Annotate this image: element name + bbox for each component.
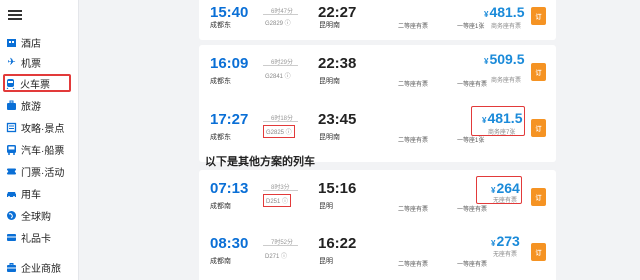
suitcase-icon (6, 100, 17, 111)
sidebar-item-label: 门票·活动 (21, 167, 65, 179)
departure-station: 成都东 (210, 22, 231, 29)
departure-time: 15:40 (210, 4, 249, 21)
book-button[interactable]: 订 (531, 188, 546, 206)
arrival-station: 昆明 (319, 203, 333, 210)
route-line (263, 65, 298, 66)
sidebar-item-label: 用车 (21, 189, 41, 201)
seat-first-class: 一等座有票 (457, 82, 488, 88)
sidebar-item-travel[interactable]: 旅游 (6, 96, 72, 114)
price-value: 481.5 (489, 4, 525, 20)
route-line (263, 14, 298, 15)
sidebar-item-label: 旅游 (21, 101, 41, 113)
sidebar-item-car[interactable]: 用车 (6, 184, 72, 202)
train-icon (5, 78, 16, 89)
car-icon (6, 188, 17, 199)
train-number[interactable]: D251 ⓘ (263, 194, 292, 207)
price-value: 273 (496, 233, 520, 249)
departure-time: 16:09 (210, 55, 249, 72)
seat-second-class: 二等座有票 (398, 82, 429, 88)
sidebar-item-global-shop[interactable]: 全球购 (6, 206, 72, 224)
bus-icon (6, 144, 17, 155)
arrival-time: 23:45 (318, 111, 357, 128)
seat-first-class: 一等座1张 (457, 138, 485, 144)
price-value: 509.5 (489, 51, 525, 67)
arrival-time: 22:27 (318, 4, 357, 21)
seat-second-class: 二等座有票 (398, 262, 429, 268)
hotel-icon (6, 37, 17, 48)
ticket-availability: 无座有票 (493, 252, 518, 258)
seat-first-class: 一等座有票 (457, 207, 488, 213)
train-number[interactable]: G2829 ⓘ (265, 18, 291, 27)
ticket-availability: 商务座有票 (491, 78, 522, 84)
price: ¥509.5 (484, 51, 525, 67)
book-button[interactable]: 订 (531, 243, 546, 261)
globe-icon (6, 210, 17, 221)
sidebar-item-label: 攻略·景点 (21, 123, 65, 135)
briefcase-icon (6, 262, 17, 273)
train-number[interactable]: G2841 ⓘ (265, 71, 291, 80)
route-line (263, 245, 298, 246)
departure-time: 07:13 (210, 180, 249, 197)
sidebar-item-hotel[interactable]: 酒店 (6, 33, 72, 51)
sidebar-item-label: 全球购 (21, 211, 51, 223)
guide-icon (6, 122, 17, 133)
sidebar-item-tickets[interactable]: 门票·活动 (6, 162, 72, 180)
seat-first-class: 一等座有票 (457, 262, 488, 268)
currency-symbol: ¥ (484, 10, 489, 19)
departure-station: 成都南 (210, 258, 231, 265)
seat-second-class: 二等座有票 (398, 207, 429, 213)
arrival-station: 昆明南 (319, 134, 340, 141)
sidebar-item-business-travel[interactable]: 企业商旅 (6, 258, 72, 276)
sidebar-item-giftcard[interactable]: 礼品卡 (6, 228, 72, 246)
price-highlight-box (476, 176, 522, 204)
departure-time: 17:27 (210, 111, 249, 128)
train-number[interactable]: G2825 ⓘ (263, 125, 295, 138)
book-button[interactable]: 订 (531, 63, 546, 81)
section-title: 以下是其他方案的列车 (205, 156, 315, 168)
train-card[interactable]: 15:40 成都东 6时47分 G2829 ⓘ 22:27 昆明南 二等座有票 … (199, 0, 556, 40)
sidebar-item-label: 机票 (21, 58, 41, 70)
airplane-icon: ✈ (7, 56, 16, 68)
sidebar-item-label: 礼品卡 (21, 233, 51, 245)
sidebar-item-label: 酒店 (21, 38, 41, 50)
sidebar-item-label: 企业商旅 (21, 263, 61, 275)
book-button[interactable]: 订 (531, 7, 546, 25)
currency-symbol: ¥ (491, 239, 496, 248)
sidebar-item-label: 汽车·船票 (21, 145, 65, 157)
sidebar: 酒店 ✈ 机票 火车票 旅游 攻略·景点 汽车·船票 门票·活动 用车 全球购 … (0, 0, 79, 280)
ticket-icon (6, 166, 17, 177)
train-card[interactable]: 16:09 成都东 6时29分 G2841 ⓘ 22:38 昆明南 二等座有票 … (199, 45, 556, 106)
train-number[interactable]: D271 ⓘ (265, 251, 287, 260)
sidebar-item-bus[interactable]: 汽车·船票 (6, 140, 72, 158)
arrival-time: 22:38 (318, 55, 357, 72)
departure-station: 成都东 (210, 78, 231, 85)
arrival-station: 昆明 (319, 258, 333, 265)
sidebar-item-label: 火车票 (20, 79, 50, 91)
arrival-station: 昆明南 (319, 22, 340, 29)
train-card[interactable]: 07:13 成都南 8时3分 D251 ⓘ 15:16 昆明 二等座有票 一等座… (199, 170, 556, 231)
seat-second-class: 二等座有票 (398, 24, 429, 30)
seat-second-class: 二等座有票 (398, 138, 429, 144)
currency-symbol: ¥ (484, 57, 489, 66)
giftcard-icon (6, 232, 17, 243)
sidebar-item-train[interactable]: 火车票 (3, 74, 71, 92)
hamburger-menu-icon[interactable] (8, 10, 22, 20)
arrival-time: 16:22 (318, 235, 357, 252)
arrival-time: 15:16 (318, 180, 357, 197)
departure-time: 08:30 (210, 235, 249, 252)
sidebar-item-guide[interactable]: 攻略·景点 (6, 118, 72, 136)
route-line (263, 121, 298, 122)
route-line (263, 190, 298, 191)
train-card[interactable]: 08:30 成都南 7时52分 D271 ⓘ 16:22 昆明 二等座有票 一等… (199, 225, 556, 280)
book-button[interactable]: 订 (531, 119, 546, 137)
price-highlight-box (471, 106, 525, 136)
departure-station: 成都东 (210, 134, 231, 141)
seat-first-class: 一等座1张 (457, 24, 485, 30)
price: ¥273 (491, 233, 520, 249)
sidebar-item-flights[interactable]: ✈ 机票 (6, 53, 72, 71)
price: ¥481.5 (484, 4, 525, 20)
departure-station: 成都南 (210, 203, 231, 210)
arrival-station: 昆明南 (319, 78, 340, 85)
ticket-availability: 商务座有票 (491, 24, 522, 30)
